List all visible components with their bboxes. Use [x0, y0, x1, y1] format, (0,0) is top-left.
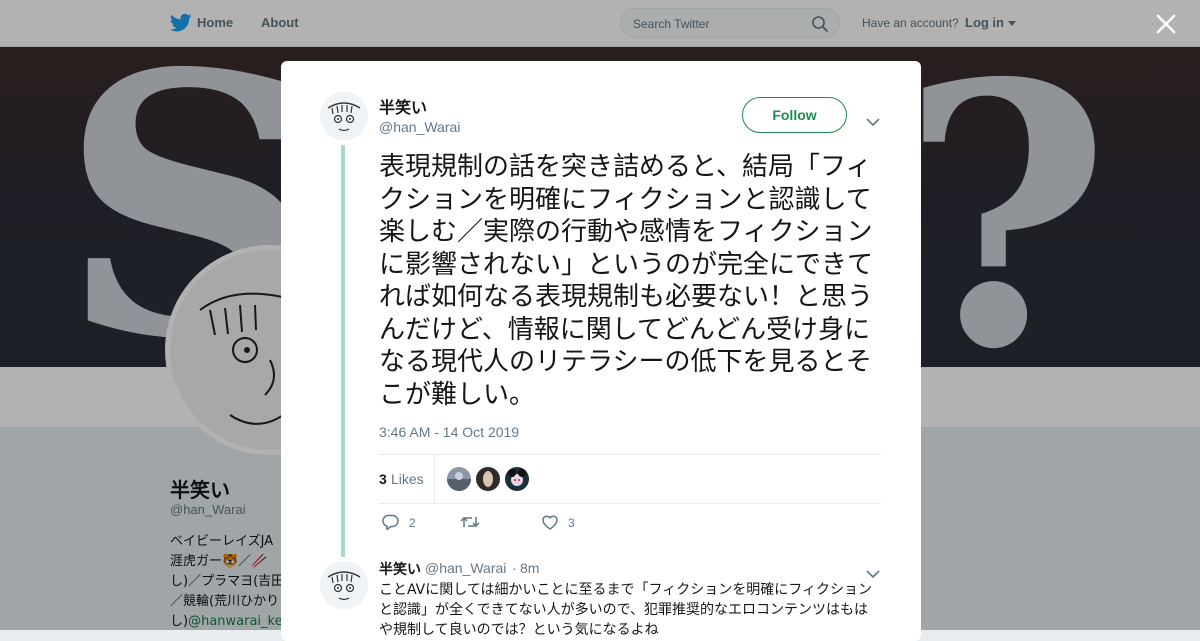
tweet-stats: 3 Likes — [379, 454, 881, 504]
likes-count[interactable]: 3 — [379, 471, 387, 487]
liker-avatar[interactable] — [447, 467, 471, 491]
reply-author-handle[interactable]: @han_Warai — [425, 560, 506, 576]
reply-timestamp[interactable]: 8m — [520, 560, 539, 576]
reply-text: ことAVに関しては細かいことに至るまで「フィクションを明確にフィクションと認識」… — [379, 582, 872, 638]
retweet-action[interactable] — [460, 513, 510, 533]
author-handle[interactable]: @han_Warai — [379, 119, 460, 135]
thread-connector-line — [341, 145, 345, 557]
liker-avatar[interactable] — [505, 467, 529, 491]
reply-icon — [382, 514, 399, 531]
stats-divider — [434, 455, 435, 503]
reply-count: 2 — [409, 516, 416, 530]
author-avatar[interactable] — [320, 92, 368, 140]
retweet-icon — [460, 516, 480, 528]
reply-action[interactable]: 2 — [382, 513, 432, 533]
author-name[interactable]: 半笑い — [379, 94, 427, 118]
reply-chevron-down-icon[interactable] — [866, 564, 880, 579]
tweet-modal: 半笑い @han_Warai Follow 表現規制の話を突き詰めると、結局「フ… — [281, 61, 921, 641]
reply-separator: · — [512, 560, 517, 576]
reply-author-name[interactable]: 半笑い — [379, 559, 421, 579]
tweet-text: 表現規制の話を突き詰めると、結局「フィクションを明確にフィクションと認識して楽し… — [379, 152, 874, 410]
like-action[interactable]: 3 — [541, 513, 591, 533]
close-icon[interactable] — [1156, 14, 1176, 34]
heart-icon — [542, 515, 558, 530]
chevron-down-icon[interactable] — [866, 112, 880, 127]
reply-author-avatar[interactable] — [320, 561, 368, 609]
like-count: 3 — [568, 516, 575, 530]
likes-label[interactable]: Likes — [391, 471, 424, 487]
tweet-timestamp[interactable]: 3:46 AM - 14 Oct 2019 — [379, 424, 519, 440]
follow-button[interactable]: Follow — [742, 97, 847, 133]
liker-avatar[interactable] — [476, 467, 500, 491]
